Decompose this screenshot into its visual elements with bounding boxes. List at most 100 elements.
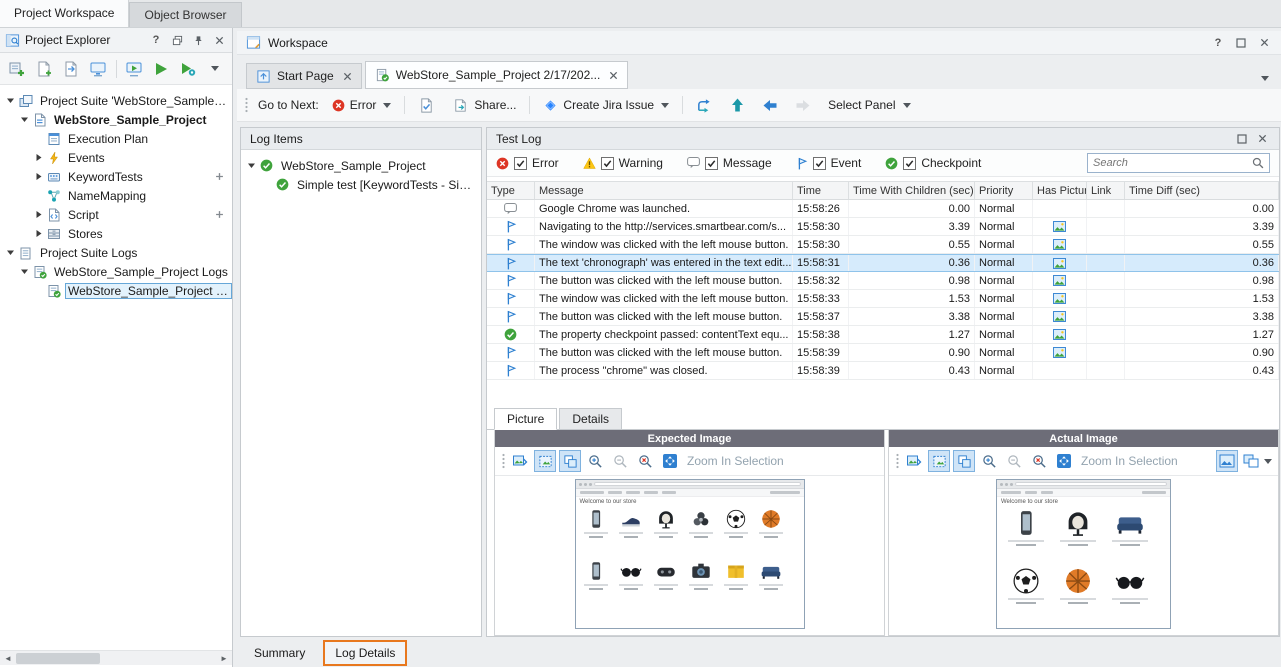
project-tree-item[interactable]: Project Suite Logs	[0, 243, 232, 262]
tab-summary[interactable]: Summary	[244, 642, 315, 664]
project-tree-item[interactable]: KeywordTests	[0, 167, 232, 186]
zoom-in-selection-button[interactable]	[659, 450, 681, 472]
column-header[interactable]: Type	[487, 182, 535, 199]
log-row[interactable]: The button was clicked with the left mou…	[487, 308, 1279, 326]
up-level-button[interactable]	[726, 94, 749, 116]
toolbar-grip[interactable]	[895, 453, 900, 469]
tab-test-log-document[interactable]: WebStore_Sample_Project 2/17/202...	[364, 61, 629, 89]
column-header[interactable]: Has Picture	[1033, 182, 1087, 199]
export-image-button[interactable]	[509, 450, 531, 472]
checkbox-message[interactable]	[704, 156, 718, 170]
zoom-out-button[interactable]	[1003, 450, 1025, 472]
horizontal-scrollbar[interactable]: ◄ ►	[0, 650, 232, 665]
project-tree-item[interactable]: Script	[0, 205, 232, 224]
back-button[interactable]	[758, 95, 782, 116]
maximize-button[interactable]	[1233, 35, 1249, 51]
log-items-tree-item[interactable]: WebStore_Sample_Project	[241, 156, 481, 175]
log-row[interactable]: The property checkpoint passed: contentT…	[487, 326, 1279, 344]
share-button[interactable]: Share...	[448, 94, 520, 117]
lock-view-button[interactable]	[1216, 450, 1238, 472]
tab-list-dropdown[interactable]	[1261, 76, 1269, 81]
project-tree-item[interactable]: Stores	[0, 224, 232, 243]
zoom-in-selection-button[interactable]	[1053, 450, 1075, 472]
expected-image-view[interactable]: Welcome to our store	[495, 476, 884, 635]
project-tree-item[interactable]: WebStore_Sample_Project	[0, 110, 232, 129]
project-tree-item[interactable]: Project Suite 'WebStore_Sample_Project'	[0, 91, 232, 110]
chevron-down-icon[interactable]	[18, 267, 31, 276]
help-button[interactable]: ?	[1210, 35, 1226, 51]
toolbar-grip[interactable]	[501, 453, 506, 469]
log-row[interactable]: Navigating to the http://services.smartb…	[487, 218, 1279, 236]
chevron-down-icon[interactable]	[4, 248, 17, 257]
merge-logs-button[interactable]	[692, 94, 717, 117]
column-header[interactable]: Priority	[975, 182, 1033, 199]
chevron-right-icon[interactable]	[32, 210, 45, 219]
tab-picture[interactable]: Picture	[494, 408, 558, 430]
project-tree-item[interactable]: WebStore_Sample_Project 2/17/...	[0, 281, 232, 300]
log-row[interactable]: The window was clicked with the left mou…	[487, 236, 1279, 254]
close-tab-icon[interactable]	[343, 72, 352, 81]
help-button[interactable]: ?	[148, 32, 164, 48]
view-mode-button[interactable]	[1240, 450, 1262, 472]
connect-device-button[interactable]	[86, 57, 110, 81]
chevron-down-icon[interactable]	[1264, 458, 1272, 464]
chevron-right-icon[interactable]	[32, 229, 45, 238]
log-row[interactable]: The button was clicked with the left mou…	[487, 344, 1279, 362]
log-row[interactable]: The text 'chronograph' was entered in th…	[487, 254, 1279, 272]
search-box[interactable]	[1087, 153, 1270, 173]
column-header[interactable]: Time	[793, 182, 849, 199]
column-header[interactable]: Time Diff (sec)	[1125, 182, 1279, 199]
actual-image-view[interactable]: Welcome to our store	[889, 476, 1278, 635]
tab-start-page[interactable]: Start Page	[246, 63, 362, 89]
column-header[interactable]: Time With Children (sec)	[849, 182, 975, 199]
log-row[interactable]: The window was clicked with the left mou…	[487, 290, 1279, 308]
close-button[interactable]	[1254, 131, 1270, 147]
chevron-right-icon[interactable]	[32, 153, 45, 162]
checkbox-error[interactable]	[514, 156, 527, 170]
close-button[interactable]	[211, 32, 227, 48]
chevron-down-icon[interactable]	[18, 115, 31, 124]
tab-object-browser[interactable]: Object Browser	[129, 2, 242, 27]
tab-project-workspace[interactable]: Project Workspace	[0, 0, 130, 27]
scroll-right-button[interactable]: ►	[216, 651, 232, 666]
zoom-reset-button[interactable]	[1028, 450, 1050, 472]
column-header[interactable]: Link	[1087, 182, 1125, 199]
checkbox-event[interactable]	[812, 156, 826, 170]
close-button[interactable]	[1256, 35, 1272, 51]
project-tree-item[interactable]: Execution Plan	[0, 129, 232, 148]
go-to-next-error-dropdown[interactable]: Error	[328, 95, 396, 115]
tab-details[interactable]: Details	[559, 408, 623, 430]
select-region-button[interactable]	[534, 450, 556, 472]
toolbar-dropdown-button[interactable]	[203, 57, 227, 81]
add-item-button[interactable]	[32, 57, 56, 81]
export-image-button[interactable]	[903, 450, 925, 472]
checkbox-checkpoint[interactable]	[903, 156, 917, 170]
forward-button[interactable]	[791, 95, 815, 116]
zoom-reset-button[interactable]	[634, 450, 656, 472]
chevron-down-icon[interactable]	[4, 96, 17, 105]
scroll-left-button[interactable]: ◄	[0, 651, 16, 666]
pin-button[interactable]	[190, 32, 206, 48]
add-child-button[interactable]	[215, 172, 224, 181]
zoom-out-button[interactable]	[609, 450, 631, 472]
select-panel-dropdown[interactable]: Select Panel	[824, 95, 914, 115]
zoom-in-button[interactable]	[978, 450, 1000, 472]
search-input[interactable]	[1093, 157, 1249, 169]
compare-regions-button[interactable]	[559, 450, 581, 472]
chevron-right-icon[interactable]	[32, 172, 45, 181]
close-tab-icon[interactable]	[609, 71, 618, 80]
project-tree-item[interactable]: Events	[0, 148, 232, 167]
chevron-down-icon[interactable]	[245, 161, 258, 170]
log-items-tree-item[interactable]: Simple test [KeywordTests - Simple...]	[241, 175, 481, 194]
log-row[interactable]: The button was clicked with the left mou…	[487, 272, 1279, 290]
zoom-in-button[interactable]	[584, 450, 606, 472]
add-project-button[interactable]	[5, 57, 29, 81]
add-child-button[interactable]	[215, 210, 224, 219]
run-button[interactable]	[149, 57, 173, 81]
export-log-button[interactable]	[414, 94, 439, 117]
project-tree-item[interactable]: NameMapping	[0, 186, 232, 205]
select-region-button[interactable]	[928, 450, 950, 472]
tab-log-details[interactable]: Log Details	[323, 640, 408, 666]
run-on-monitor-button[interactable]	[123, 57, 147, 81]
open-item-button[interactable]	[59, 57, 83, 81]
